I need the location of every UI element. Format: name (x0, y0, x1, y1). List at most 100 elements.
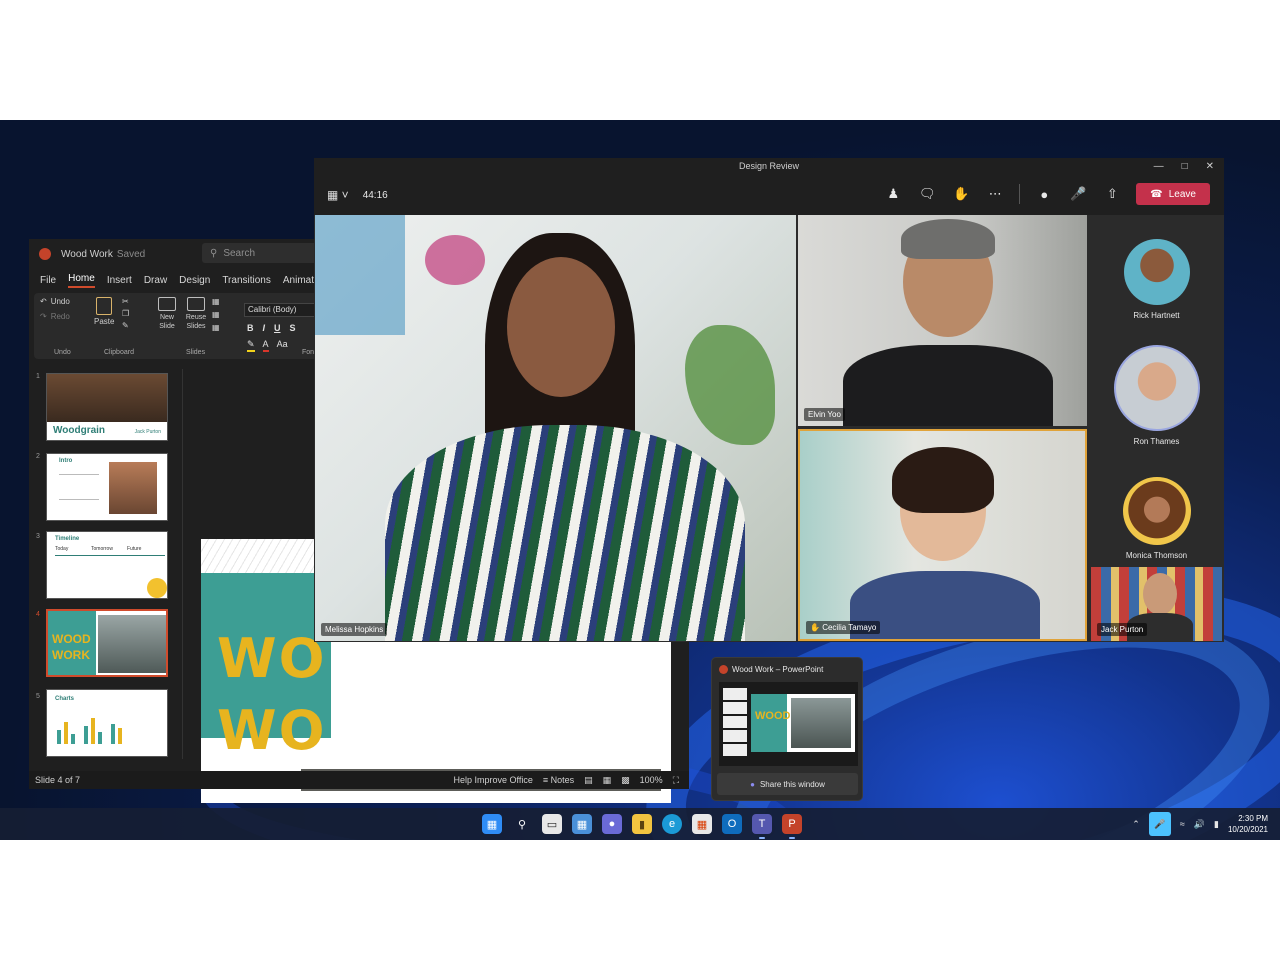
slide-title: Timeline (55, 536, 80, 542)
clock[interactable]: 2:30 PM 10/20/2021 (1228, 813, 1268, 835)
slide-thumbnail-1[interactable]: Woodgrain Jack Purton (46, 373, 168, 441)
chevron-up-icon[interactable]: ⌃ (1132, 819, 1140, 830)
teams-icon[interactable]: T (752, 814, 772, 839)
window-title: Design Review (738, 161, 800, 171)
status-bar: Slide 4 of 7 Help Improve Office ≡ Notes… (29, 771, 689, 789)
maximize-icon[interactable]: □ (1182, 158, 1188, 175)
reading-view-icon[interactable]: ▩ (621, 775, 630, 786)
undo-icon: ↶ (40, 297, 47, 306)
volume-icon[interactable]: 🔊 (1194, 819, 1205, 830)
slide-thumbnail-3[interactable]: Timeline Today Tomorrow Future (46, 531, 168, 599)
share-this-window-button[interactable]: ● Share this window (717, 773, 858, 795)
microphone-active-icon[interactable]: 🎤 (1148, 812, 1171, 836)
plant (685, 325, 775, 445)
search-icon[interactable]: ⚲ (512, 814, 532, 834)
roster-name: Monica Thomson (1125, 551, 1188, 560)
bold-button[interactable]: B (247, 323, 254, 333)
slide-heading-line-1: WO (217, 627, 327, 690)
participant-name: Jack Purton (1097, 623, 1148, 636)
slide-thumbnail-4[interactable]: WOOD WORK (46, 609, 168, 677)
tab-home[interactable]: Home (68, 273, 95, 288)
slide-number: 5 (36, 693, 40, 700)
video-tile-elvin[interactable]: Elvin Yoo (798, 215, 1087, 426)
person-shirt (385, 425, 745, 641)
start-windows-icon[interactable]: ▦ (482, 814, 502, 834)
powerpoint-icon[interactable]: P (782, 814, 802, 839)
microphone-icon[interactable]: 🎤 (1068, 184, 1088, 204)
slide-number: 2 (36, 453, 40, 460)
participant-name-text: Cecilia Tamayo (822, 623, 877, 632)
wifi-icon[interactable]: ≈ (1180, 819, 1185, 829)
reuse-slides-icon (187, 297, 205, 311)
window-preview[interactable]: WOOD WORK (719, 682, 858, 766)
new-slide-button[interactable]: New Slide (156, 297, 178, 331)
video-tile-jack[interactable]: Jack Purton (1091, 567, 1222, 641)
change-case-icon[interactable]: Aa (277, 339, 288, 352)
edge-browser-icon[interactable]: e (662, 814, 682, 834)
new-slide-label: New Slide (159, 314, 175, 330)
roster-item[interactable]: Monica Thomson (1089, 477, 1224, 560)
format-painter-icon[interactable]: ✎ (122, 321, 129, 330)
battery-icon[interactable]: ▮ (1214, 819, 1219, 830)
tab-insert[interactable]: Insert (107, 275, 132, 286)
copy-icon[interactable]: ❐ (122, 309, 129, 318)
widgets-icon[interactable]: ▦ (572, 814, 592, 834)
leave-button[interactable]: ☎ Leave (1136, 183, 1210, 205)
tab-draw[interactable]: Draw (144, 275, 167, 286)
normal-view-icon[interactable]: ▤ (584, 775, 593, 786)
italic-button[interactable]: I (263, 323, 266, 333)
undo-button[interactable]: ↶ Undo (40, 297, 70, 306)
file-explorer-icon[interactable]: ▮ (632, 814, 652, 834)
highlight-icon[interactable]: ✎ (247, 339, 255, 352)
teams-window: Design Review — □ ✕ ▦ ˅ 44:16 ♟ 🗨 ✋ ⋯ ● … (314, 158, 1224, 642)
fit-slide-icon[interactable]: ⛶ (673, 775, 679, 786)
share-screen-icon[interactable]: ⇧ (1102, 184, 1122, 204)
section-icon[interactable]: ▦ (212, 310, 220, 319)
reuse-slides-button[interactable]: Reuse Slides (184, 297, 208, 331)
sorter-view-icon[interactable]: ▦ (603, 775, 612, 786)
more-options-icon[interactable]: ⋯ (985, 184, 1005, 204)
minimize-icon[interactable]: — (1154, 158, 1164, 175)
strikethrough-button[interactable]: S (290, 323, 296, 333)
cut-icon[interactable]: ✂ (122, 297, 129, 306)
reset-icon[interactable]: ▦ (212, 323, 220, 332)
chat-icon[interactable]: ● (602, 814, 622, 834)
person-hair (901, 219, 995, 259)
paste-button[interactable]: Paste (94, 297, 114, 326)
preview-slide: WOOD WORK (751, 694, 855, 752)
roster-item[interactable]: Rick Hartnett (1089, 239, 1224, 320)
underline-button[interactable]: U (274, 323, 281, 333)
layout-icon[interactable]: ▦ (212, 297, 220, 306)
roster-item[interactable]: Ron Thames (1089, 345, 1224, 446)
camera-icon[interactable]: ● (1034, 184, 1054, 204)
person-face (1143, 573, 1177, 615)
chat-icon[interactable]: 🗨 (917, 184, 937, 204)
notes-button[interactable]: ≡ Notes (543, 775, 574, 785)
task-view-icon[interactable]: ▭ (542, 814, 562, 834)
leave-label: Leave (1168, 188, 1196, 200)
close-icon[interactable]: ✕ (1206, 158, 1214, 175)
font-name-select[interactable]: Calibri (Body) (244, 303, 324, 317)
slide-thumbnail-5[interactable]: Charts (46, 689, 168, 757)
font-color-icon[interactable]: A (262, 339, 269, 352)
store-icon[interactable]: ▦ (692, 814, 712, 834)
toolbar-divider (1019, 184, 1021, 204)
people-icon[interactable]: ♟ (883, 184, 903, 204)
tab-design[interactable]: Design (179, 275, 210, 286)
participant-name: Melissa Hopkins (321, 623, 388, 636)
zoom-level[interactable]: 100% (640, 775, 663, 785)
tab-transitions[interactable]: Transitions (222, 275, 271, 286)
slide-title: Intro (59, 458, 73, 464)
raise-hand-icon[interactable]: ✋ (951, 184, 971, 204)
outlook-icon[interactable]: O (722, 814, 742, 834)
layout-grid-icon[interactable]: ▦ ˅ (327, 188, 349, 202)
flowers (425, 235, 485, 285)
redo-icon: ↷ (40, 312, 47, 321)
font-group-label: Fon (302, 349, 315, 356)
video-tile-main[interactable]: Melissa Hopkins (315, 215, 796, 641)
tab-file[interactable]: File (40, 275, 56, 286)
redo-button[interactable]: ↷ Redo (40, 312, 70, 321)
video-tile-cecilia-speaking[interactable]: ✋ Cecilia Tamayo (798, 429, 1087, 641)
help-improve-office[interactable]: Help Improve Office (453, 775, 532, 785)
slide-thumbnail-2[interactable]: Intro (46, 453, 168, 521)
